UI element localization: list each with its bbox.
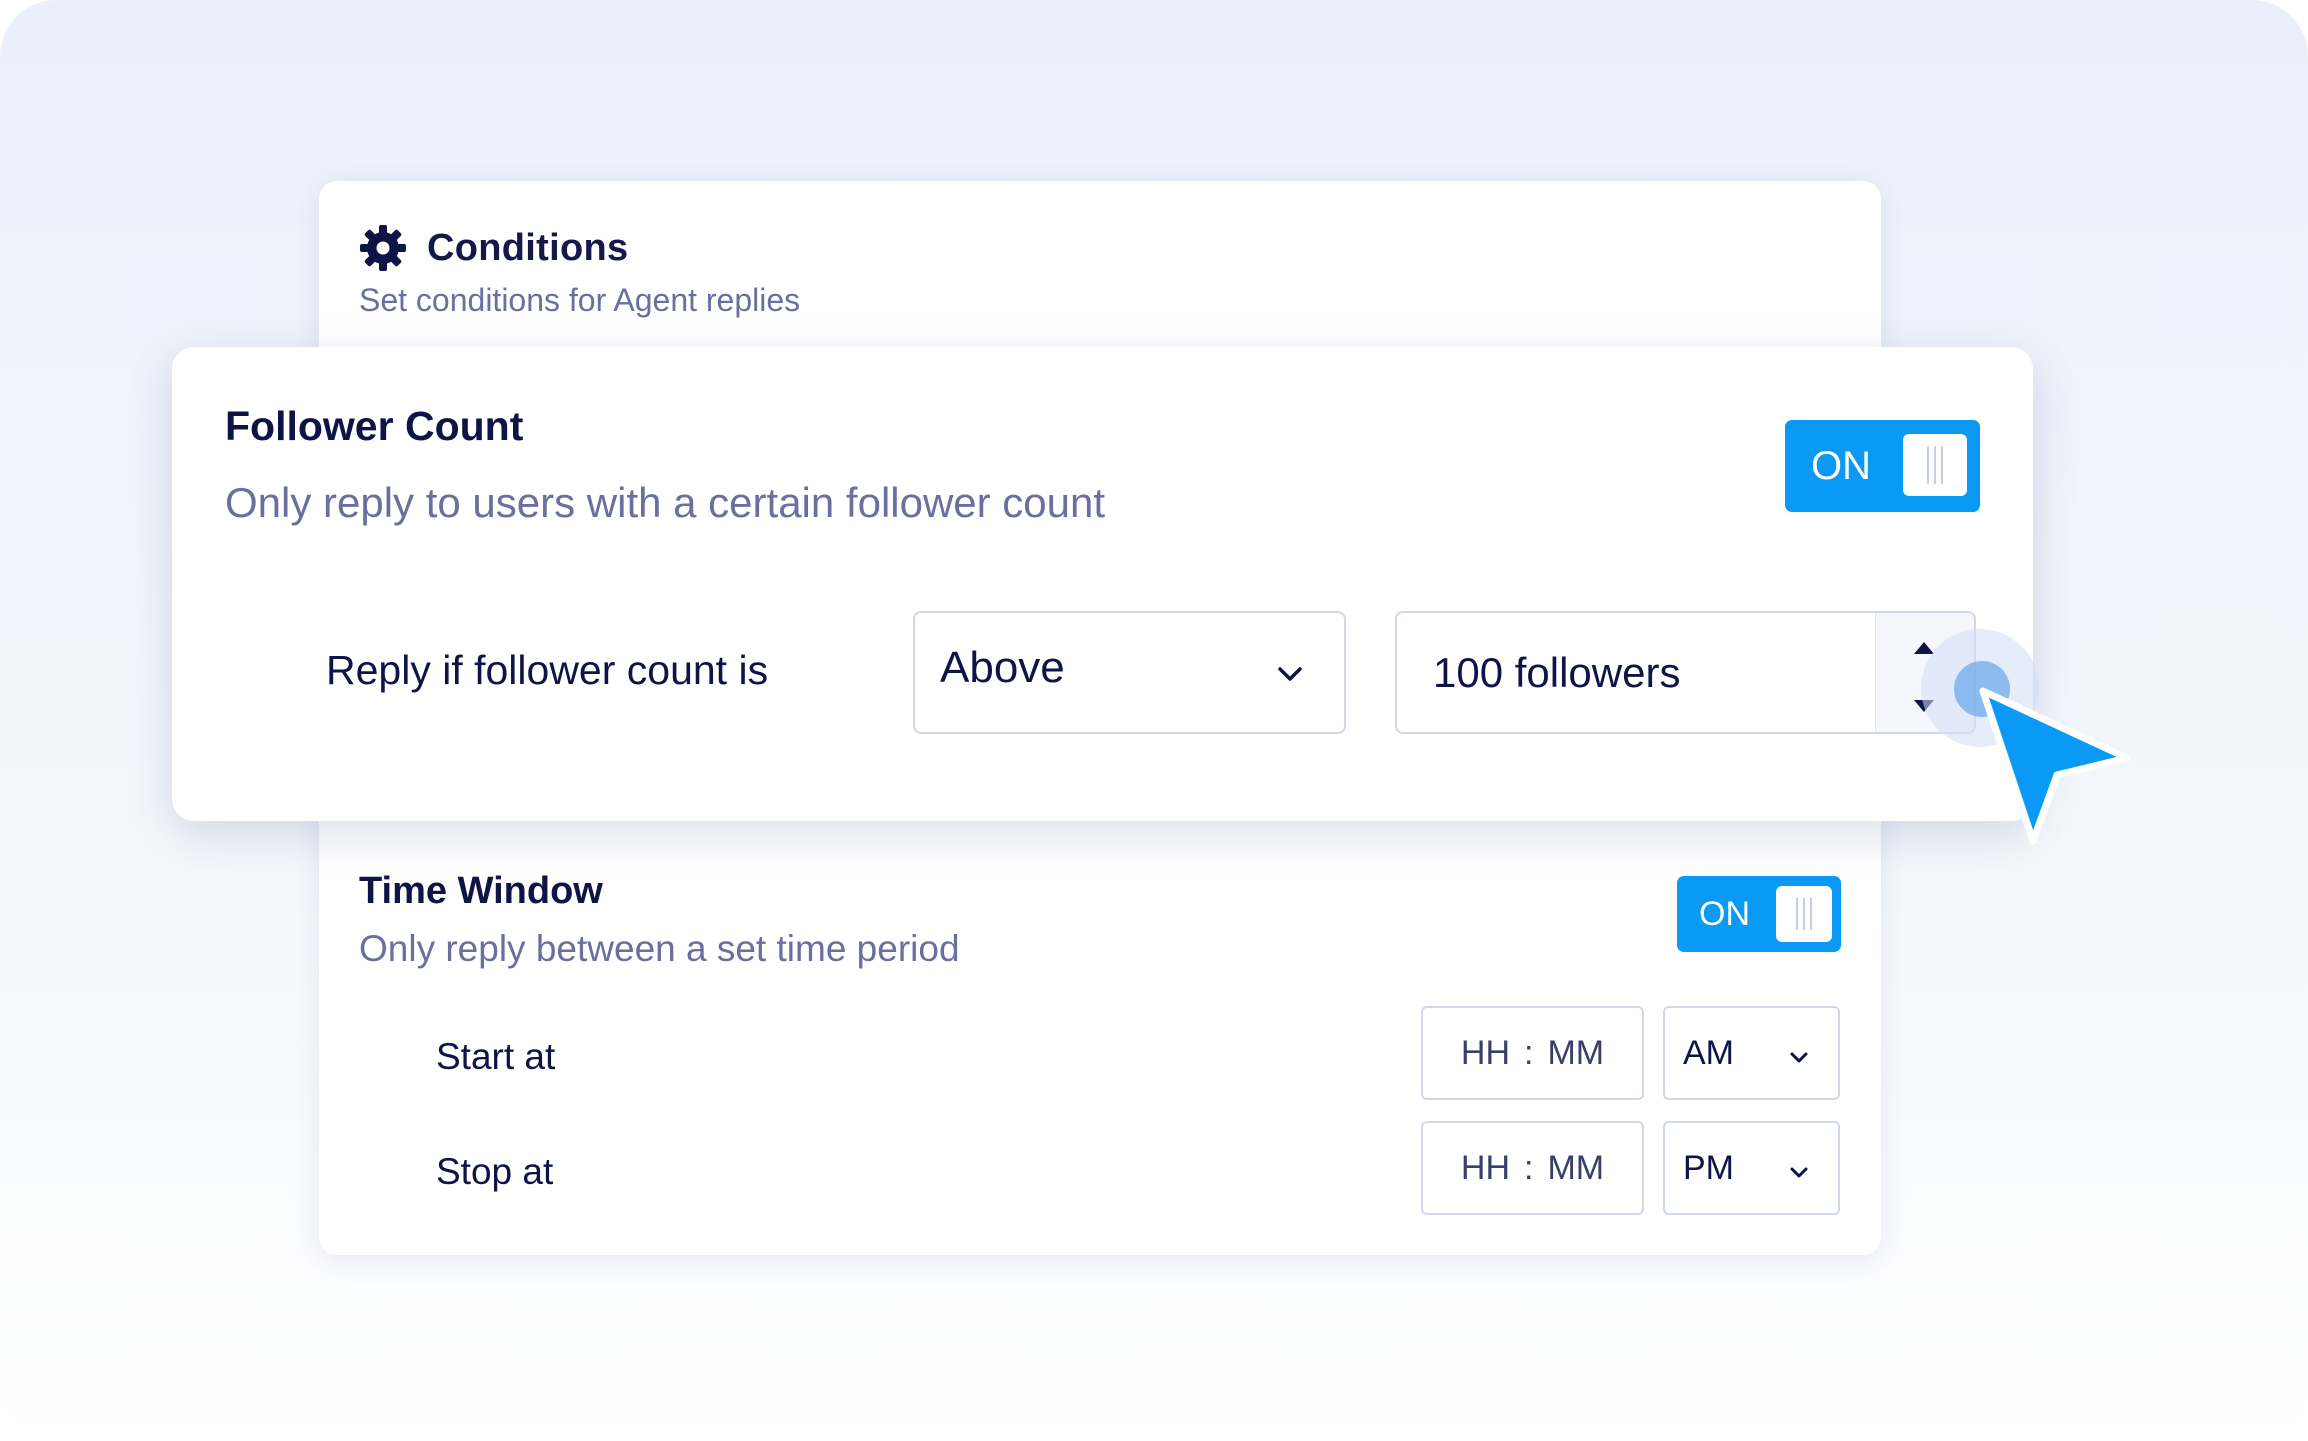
follower-rule-label: Reply if follower count is	[326, 647, 769, 693]
hour-placeholder: HH	[1460, 1148, 1510, 1187]
toggle-label: ON	[1699, 895, 1750, 933]
toggle-label: ON	[1811, 444, 1871, 488]
conditions-header: Conditions	[359, 224, 628, 272]
time-window-toggle[interactable]: ON	[1677, 876, 1841, 952]
chevron-down-icon	[1790, 1167, 1808, 1178]
start-at-label: Start at	[436, 1036, 556, 1077]
follower-count-card: Follower Count Only reply to users with …	[172, 347, 2033, 821]
comparator-select[interactable]: Above	[913, 611, 1346, 734]
time-separator: :	[1524, 1033, 1534, 1072]
stop-period-value: PM	[1683, 1149, 1734, 1187]
conditions-subtitle: Set conditions for Agent replies	[359, 282, 801, 318]
start-period-select[interactable]: AM	[1663, 1006, 1840, 1100]
chevron-down-icon	[1278, 667, 1302, 681]
time-window-title: Time Window	[359, 870, 603, 912]
start-time-input[interactable]: HH : MM	[1421, 1006, 1644, 1100]
chevron-down-icon	[1790, 1052, 1808, 1063]
stop-time-input[interactable]: HH : MM	[1421, 1121, 1644, 1215]
hour-placeholder: HH	[1460, 1033, 1510, 1072]
follower-count-title: Follower Count	[225, 403, 524, 449]
comparator-value: Above	[940, 643, 1065, 692]
follower-threshold-value: 100 followers	[1433, 649, 1681, 696]
cursor-pointer-icon	[1979, 687, 2131, 845]
toggle-grip-icon	[1776, 886, 1832, 942]
stop-at-label: Stop at	[436, 1151, 554, 1192]
time-separator: :	[1524, 1148, 1534, 1187]
follower-count-description: Only reply to users with a certain follo…	[225, 479, 1106, 526]
follower-count-toggle[interactable]: ON	[1785, 420, 1980, 512]
toggle-grip-icon	[1903, 434, 1967, 496]
minute-placeholder: MM	[1547, 1148, 1605, 1187]
time-window-description: Only reply between a set time period	[359, 928, 960, 969]
gear-icon	[360, 225, 406, 271]
follower-threshold-input[interactable]: 100 followers	[1395, 611, 1976, 734]
stop-period-select[interactable]: PM	[1663, 1121, 1840, 1215]
minute-placeholder: MM	[1547, 1033, 1605, 1072]
start-period-value: AM	[1683, 1034, 1734, 1072]
conditions-title: Conditions	[427, 226, 629, 269]
